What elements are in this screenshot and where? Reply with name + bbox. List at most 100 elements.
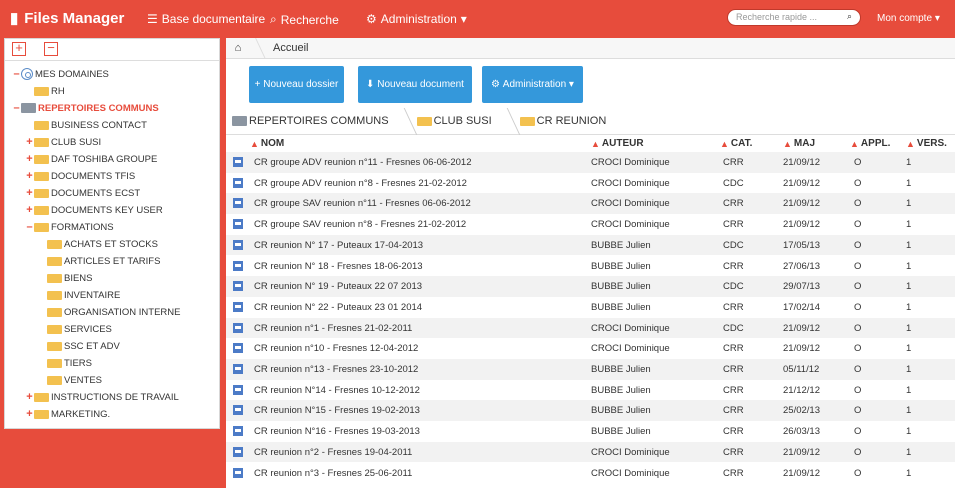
tree-item[interactable]: ARTICLES ET TARIFS: [38, 254, 160, 268]
table-cell[interactable]: CR reunion N°16 - Fresnes 19-03-2013: [254, 426, 420, 437]
tree-item[interactable]: – FORMATIONS: [25, 220, 113, 234]
nav-recherche[interactable]: ⌕ Recherche: [270, 12, 339, 27]
column-header-maj[interactable]: ▲ MAJ: [783, 135, 815, 152]
tree-item[interactable]: + INSTRUCTIONS DE TRAVAIL: [25, 390, 178, 404]
column-header-vers[interactable]: ▲ VERS.: [906, 135, 947, 152]
tree-toggle-icon[interactable]: +: [25, 408, 34, 420]
tree-toggle-icon[interactable]: –: [12, 102, 21, 114]
tree-item[interactable]: + MARKETING.: [25, 407, 110, 421]
table-cell[interactable]: CR reunion n°1 - Fresnes 21-02-2011: [254, 323, 412, 334]
search-input[interactable]: Recherche rapide ... ⌕: [727, 9, 861, 26]
tree-item[interactable]: VENTES: [38, 373, 102, 387]
table-row[interactable]: CR reunion N°14 - Fresnes 10-12-2012 BUBB…: [226, 380, 955, 401]
tree-item[interactable]: RH: [25, 84, 65, 98]
path-club-susi[interactable]: CLUB SUSI: [411, 108, 500, 135]
account-menu[interactable]: Mon compte ▾: [877, 13, 940, 24]
table-cell: 1: [906, 239, 912, 251]
path-cr-reunion[interactable]: CR REUNION: [514, 108, 615, 135]
table-row[interactable]: CR groupe ADV reunion n°8 - Fresnes 21-0…: [226, 173, 955, 194]
tree-item[interactable]: TIERS: [38, 356, 92, 370]
path-label: REPERTOIRES COMMUNS: [249, 115, 389, 127]
table-row[interactable]: CR reunion n°3 - Fresnes 25-06-2011 CROCI…: [226, 463, 955, 484]
tree-toggle-icon[interactable]: +: [25, 170, 34, 182]
tree-item[interactable]: + DOCUMENTS KEY USER: [25, 203, 163, 217]
table-row[interactable]: CR reunion n°10 - Fresnes 12-04-2012 CROC…: [226, 338, 955, 359]
table-row[interactable]: CR groupe SAV reunion n°11 - Fresnes 06-…: [226, 193, 955, 215]
table-cell[interactable]: CR reunion N°15 - Fresnes 19-02-2013: [254, 405, 420, 416]
tree-toggle-icon[interactable]: +: [25, 187, 34, 199]
table-cell[interactable]: CR groupe SAV reunion n°11 - Fresnes 06-…: [254, 198, 471, 209]
database-icon: ☰: [147, 12, 158, 26]
table-row[interactable]: CR groupe SAV reunion n°8 - Fresnes 21-0…: [226, 214, 955, 235]
table-cell: CRR: [723, 301, 744, 313]
column-header-auteur[interactable]: ▲ AUTEUR: [591, 135, 644, 152]
path-repertoires-communs[interactable]: REPERTOIRES COMMUNS: [226, 108, 397, 135]
expand-all-icon[interactable]: +: [12, 41, 26, 56]
tree-item[interactable]: ORGANISATION INTERNE: [38, 305, 180, 319]
table-row[interactable]: CR reunion N°15 - Fresnes 19-02-2013 BUBB…: [226, 400, 955, 422]
tree-item-label: DOCUMENTS KEY USER: [51, 204, 163, 216]
tree-toggle-icon[interactable]: +: [25, 204, 34, 216]
column-header-nom[interactable]: ▲ NOM: [250, 135, 284, 152]
table-cell[interactable]: CR groupe ADV reunion n°8 - Fresnes 21-0…: [254, 178, 467, 189]
tree-item[interactable]: + DOCUMENTS TFIS: [25, 169, 135, 183]
tree-item[interactable]: + DOCUMENTS ECST: [25, 186, 140, 200]
table-cell[interactable]: CR reunion N° 19 - Puteaux 22 07 2013: [254, 281, 422, 292]
document-icon: [233, 405, 243, 416]
table-row[interactable]: CR reunion n°1 - Fresnes 21-02-2011 CROCI…: [226, 317, 955, 339]
tree-toggle-icon[interactable]: +: [25, 136, 34, 148]
tree-item[interactable]: SSC ET ADV: [38, 339, 120, 353]
table-cell[interactable]: CR reunion N° 22 - Puteaux 23 01 2014: [254, 302, 422, 313]
tree-toggle-icon[interactable]: –: [25, 221, 34, 233]
tree-item[interactable]: BIENS: [38, 271, 93, 285]
tree-item[interactable]: BUSINESS CONTACT: [25, 118, 147, 132]
table-cell: 21/09/12: [783, 446, 820, 458]
app-brand[interactable]: ▮ Files Manager: [10, 9, 124, 28]
table-cell: 21/09/12: [783, 467, 820, 479]
table-row[interactable]: CR reunion n°2 - Fresnes 19-04-2011 CROCI…: [226, 441, 955, 463]
table-cell: O: [854, 260, 862, 272]
column-header-appl[interactable]: ▲ APPL.: [850, 135, 890, 152]
table-cell[interactable]: CR groupe SAV reunion n°8 - Fresnes 21-0…: [254, 219, 466, 230]
nav-administration[interactable]: ⚙ Administration ▾: [366, 12, 467, 26]
table-cell[interactable]: CR groupe ADV reunion n°11 - Fresnes 06-…: [254, 157, 472, 168]
gear-icon: ⚙: [491, 79, 500, 90]
search-button-icon[interactable]: ⌕: [847, 11, 852, 22]
table-row[interactable]: CR reunion N°16 - Fresnes 19-03-2013 BUBB…: [226, 421, 955, 442]
tree-item[interactable]: ACHATS ET STOCKS: [38, 237, 158, 251]
administration-button[interactable]: ⚙ Administration ▾: [482, 66, 583, 103]
tree-toggle-icon[interactable]: +: [25, 153, 34, 165]
tree-item[interactable]: + CLUB SUSI: [25, 135, 101, 149]
new-document-button[interactable]: ⬇ Nouveau document: [358, 66, 472, 103]
table-cell: 1: [906, 219, 912, 231]
table-cell[interactable]: CR reunion N° 17 - Puteaux 17-04-2013: [254, 240, 423, 251]
new-folder-button[interactable]: + Nouveau dossier: [249, 66, 344, 103]
tree-item[interactable]: SERVICES: [38, 322, 112, 336]
table-cell[interactable]: CR reunion n°3 - Fresnes 25-06-2011: [254, 468, 412, 479]
column-header-cat[interactable]: ▲ CAT.: [720, 135, 752, 152]
tree-item[interactable]: – REPERTOIRES COMMUNS: [12, 101, 158, 115]
table-row[interactable]: CR reunion n°13 - Fresnes 23-10-2012 BUBB…: [226, 359, 955, 380]
download-icon: ⬇: [366, 79, 375, 90]
table-row[interactable]: CR reunion N° 19 - Puteaux 22 07 2013 BUB…: [226, 276, 955, 297]
home-icon[interactable]: ⌂: [231, 42, 245, 54]
tree-toggle-icon[interactable]: –: [12, 68, 21, 80]
table-row[interactable]: CR reunion N° 17 - Puteaux 17-04-2013 BUB…: [226, 234, 955, 256]
table-cell[interactable]: CR reunion N°14 - Fresnes 10-12-2012: [254, 385, 420, 396]
caret-down-icon: ▾: [934, 13, 940, 24]
table-cell[interactable]: CR reunion N° 18 - Fresnes 18-06-2013: [254, 261, 423, 272]
nav-base-documentaire[interactable]: ☰ Base documentaire: [147, 12, 265, 26]
table-row[interactable]: CR reunion N° 22 - Puteaux 23 01 2014 BUB…: [226, 297, 955, 318]
table-cell[interactable]: CR reunion n°2 - Fresnes 19-04-2011: [254, 447, 412, 458]
table-row[interactable]: CR groupe ADV reunion n°11 - Fresnes 06-…: [226, 152, 955, 173]
table-cell[interactable]: CR reunion n°10 - Fresnes 12-04-2012: [254, 343, 418, 354]
tree-toggle-icon[interactable]: +: [25, 391, 34, 403]
tree-item[interactable]: – MES DOMAINES: [12, 67, 109, 81]
table-row[interactable]: CR reunion N° 18 - Fresnes 18-06-2013 BUB…: [226, 256, 955, 277]
tree-item[interactable]: INVENTAIRE: [38, 288, 120, 302]
collapse-all-icon[interactable]: −: [44, 41, 58, 56]
breadcrumb-home[interactable]: Accueil: [273, 42, 308, 54]
top-navigation-bar: ▮ Files Manager ☰ Base documentaire ⌕ Re…: [0, 0, 955, 38]
table-cell[interactable]: CR reunion n°13 - Fresnes 23-10-2012: [254, 364, 418, 375]
tree-item[interactable]: + DAF TOSHIBA GROUPE: [25, 152, 157, 166]
